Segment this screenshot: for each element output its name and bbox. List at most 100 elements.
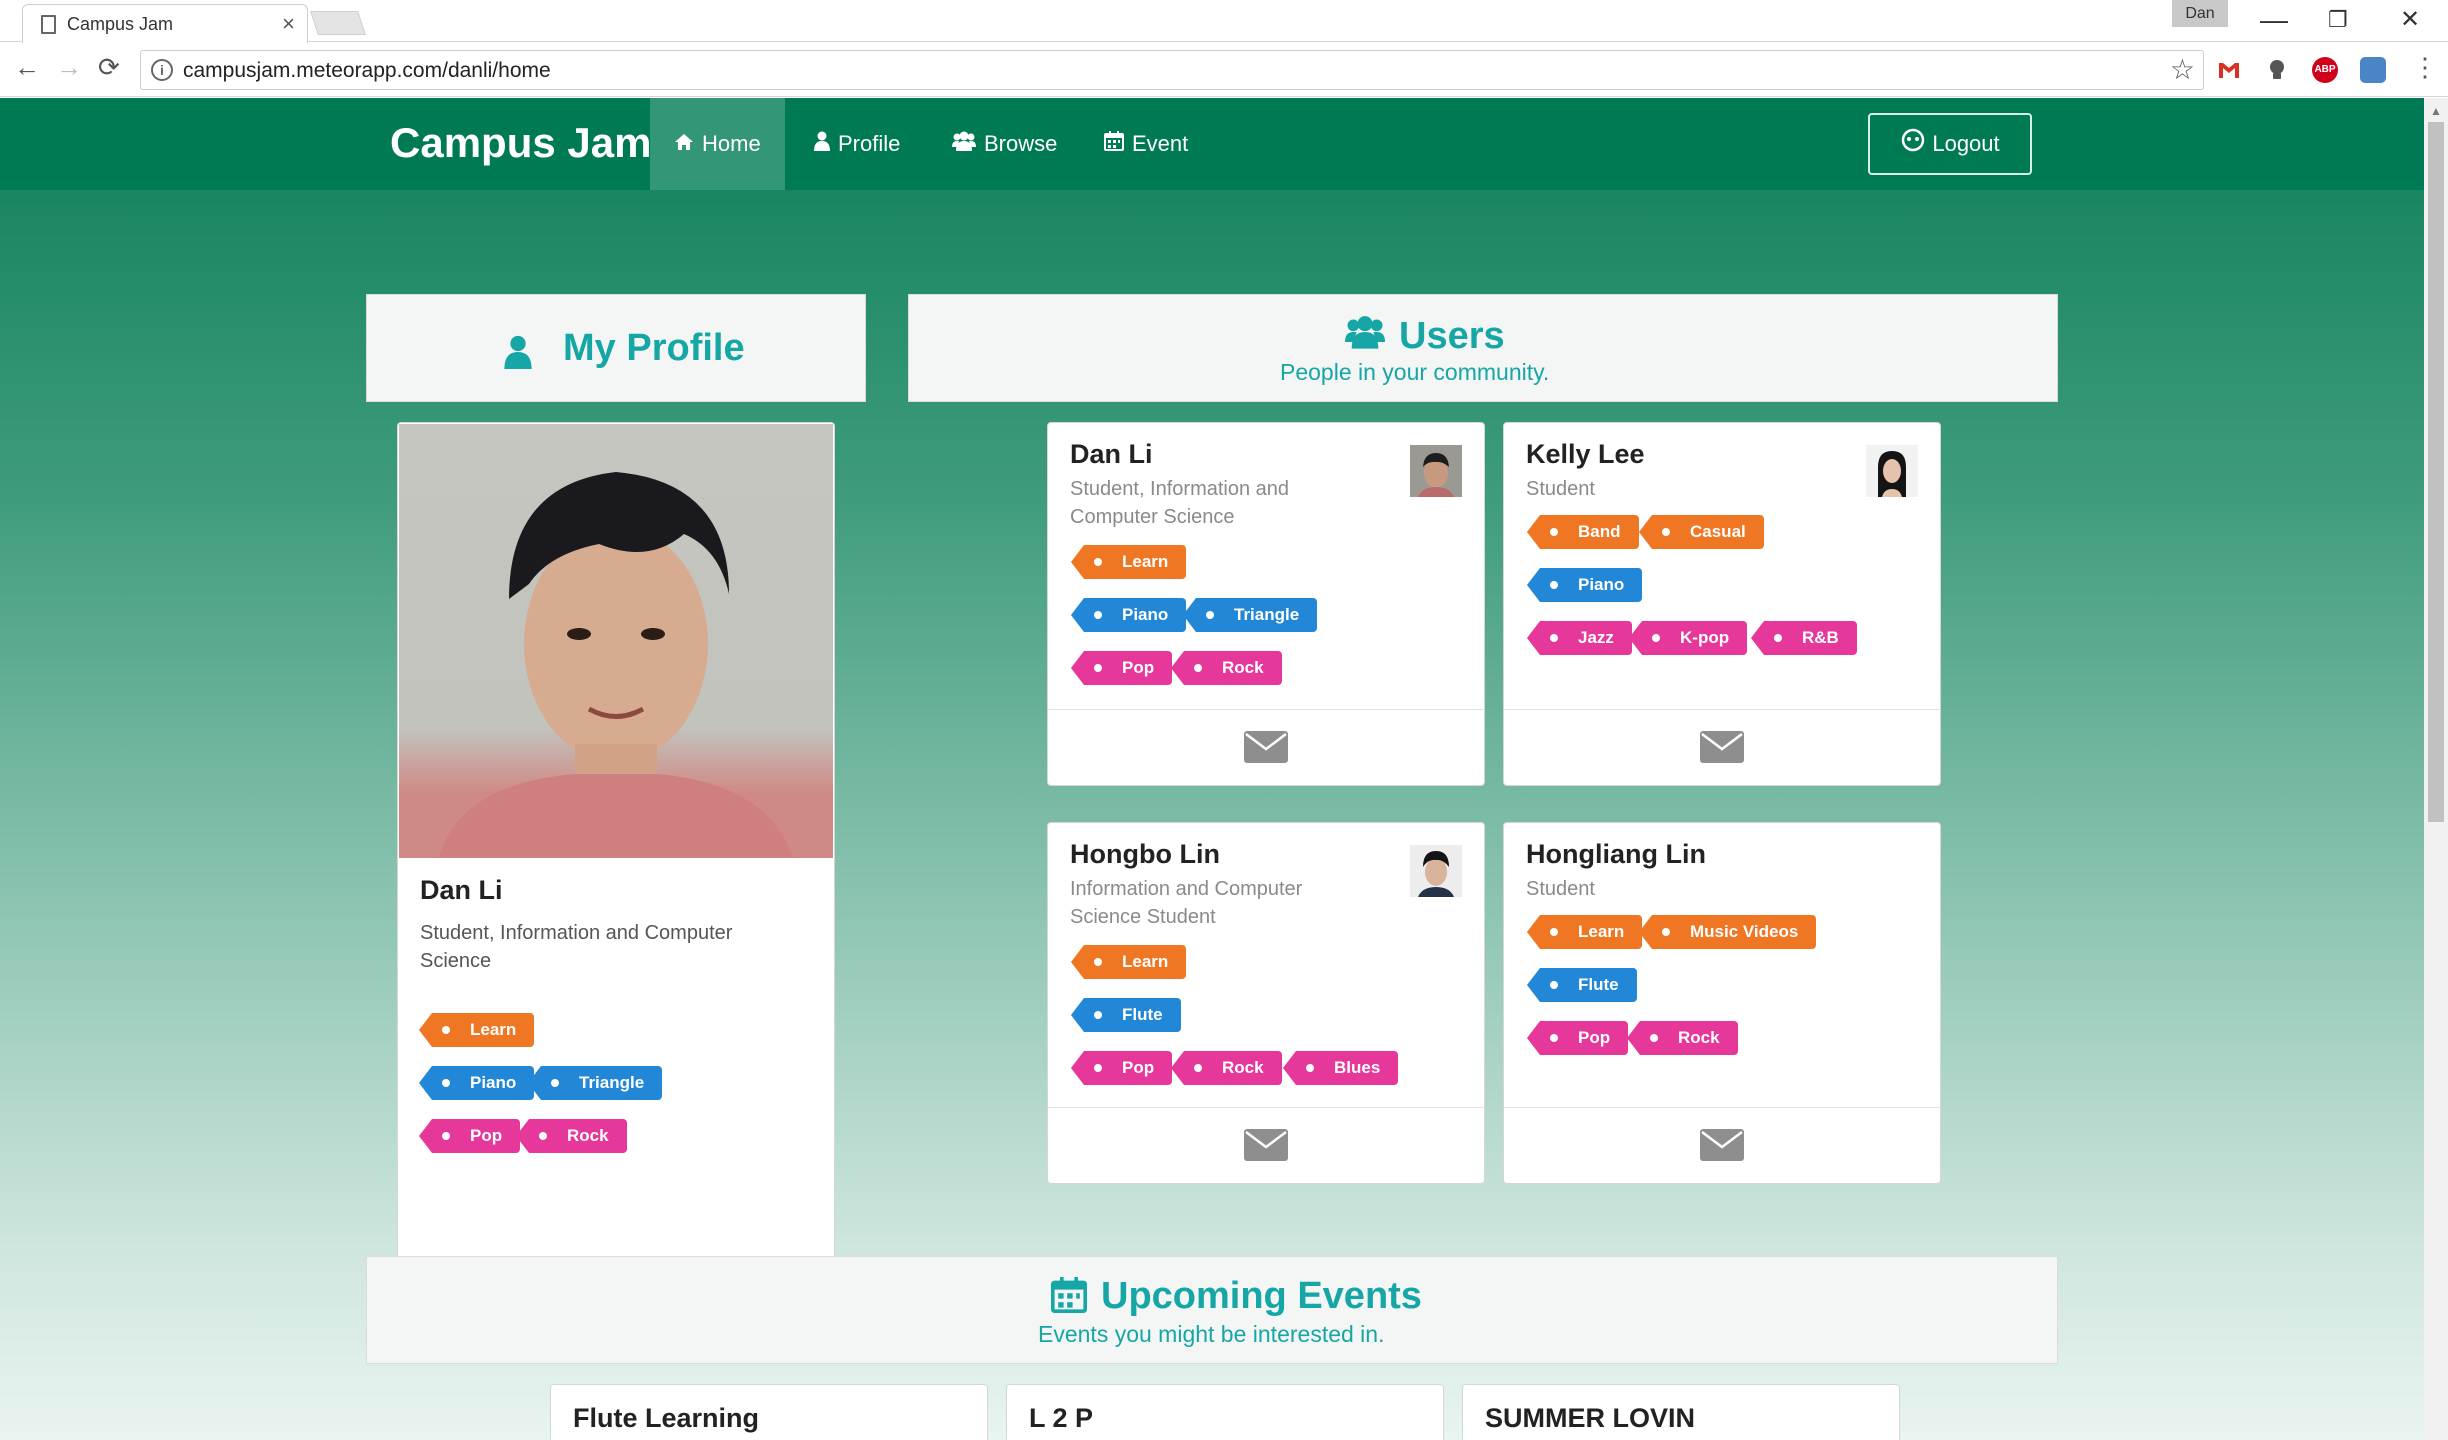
- tag-instrument[interactable]: Flute: [1071, 998, 1181, 1032]
- home-icon: [674, 99, 694, 191]
- profile-name: Dan Li: [420, 875, 503, 905]
- tag-genre[interactable]: Pop: [1526, 1021, 1629, 1055]
- mail-icon[interactable]: [1244, 1129, 1288, 1161]
- user-avatar: [1410, 845, 1462, 897]
- event-title[interactable]: Flute Learning: [573, 1403, 759, 1434]
- mail-icon[interactable]: [1700, 731, 1744, 763]
- tag-genre[interactable]: Rock: [1171, 1051, 1282, 1085]
- tag-instrument[interactable]: Piano: [1526, 568, 1643, 602]
- lightbulb-icon[interactable]: [2264, 57, 2290, 83]
- event-card[interactable]: L 2 P: [1006, 1384, 1444, 1440]
- tag-goal[interactable]: Music Videos: [1638, 915, 1817, 949]
- my-profile-card: Dan Li Student, Information and Computer…: [397, 422, 835, 1330]
- tag-genre[interactable]: Rock: [516, 1119, 627, 1153]
- browser-tab-bar: Campus Jam × Dan — ❐ ✕: [0, 0, 2448, 43]
- calendar-icon: [1104, 99, 1124, 191]
- tab-title: Campus Jam: [67, 14, 174, 34]
- tag-goal[interactable]: Learn: [1070, 945, 1187, 979]
- close-window-button[interactable]: ✕: [2400, 2, 2420, 38]
- user-name[interactable]: Kelly Lee: [1526, 439, 1645, 470]
- tag-genre[interactable]: Pop: [418, 1119, 521, 1153]
- url-text[interactable]: campusjam.meteorapp.com/danli/home: [183, 59, 551, 83]
- tag-genre[interactable]: Blues: [1282, 1051, 1399, 1085]
- tab-close-button[interactable]: ×: [282, 11, 295, 37]
- tag-goal[interactable]: Casual: [1639, 515, 1764, 549]
- user-name[interactable]: Hongliang Lin: [1526, 839, 1706, 870]
- tag-genre[interactable]: Jazz: [1527, 621, 1632, 655]
- mail-icon[interactable]: [1700, 1129, 1744, 1161]
- chrome-menu-button[interactable]: ⋮: [2412, 52, 2438, 83]
- scrollbar-thumb[interactable]: [2428, 122, 2444, 822]
- divider: [1048, 709, 1484, 710]
- gmail-icon[interactable]: [2216, 57, 2242, 83]
- logout-label: Logout: [1932, 131, 2000, 156]
- info-icon[interactable]: i: [151, 59, 173, 81]
- tag-goal[interactable]: Learn: [418, 1013, 535, 1047]
- tag-instrument[interactable]: Flute: [1527, 968, 1637, 1002]
- divider: [1504, 709, 1940, 710]
- user-subtitle: Student: [1526, 878, 1595, 900]
- profile-chip[interactable]: Dan: [2172, 0, 2228, 27]
- tag-goal[interactable]: Learn: [1070, 545, 1187, 579]
- tag-instrument[interactable]: Piano: [1070, 598, 1187, 632]
- divider: [1048, 1107, 1484, 1108]
- browser-tab[interactable]: Campus Jam ×: [22, 4, 308, 43]
- nav-event[interactable]: Event: [1080, 98, 1212, 190]
- logout-icon: [1900, 117, 1926, 175]
- events-subtitle: Events you might be interested in.: [1038, 1321, 1385, 1347]
- new-tab-button[interactable]: [310, 11, 366, 35]
- app-viewport: Campus Jam Home Profile Browse Event Log…: [0, 98, 2424, 1440]
- divider: [1504, 1107, 1940, 1108]
- nav-browse[interactable]: Browse: [928, 98, 1081, 190]
- restore-button[interactable]: ❐: [2328, 2, 2348, 38]
- event-title[interactable]: L 2 P: [1029, 1403, 1093, 1434]
- logout-button[interactable]: Logout: [1868, 113, 2032, 175]
- my-profile-title: My Profile: [563, 327, 745, 369]
- user-card[interactable]: Hongliang Lin Student Learn Music Videos…: [1503, 822, 1941, 1184]
- calendar-icon: [1051, 1277, 1087, 1318]
- event-title[interactable]: SUMMER LOVIN: [1485, 1403, 1695, 1434]
- nav-event-label: Event: [1132, 131, 1189, 156]
- tag-genre[interactable]: Rock: [1171, 651, 1282, 685]
- user-card[interactable]: Hongbo Lin Information and Computer Scie…: [1047, 822, 1485, 1184]
- nav-profile-label: Profile: [838, 131, 901, 156]
- event-card[interactable]: SUMMER LOVIN: [1462, 1384, 1900, 1440]
- translate-icon[interactable]: [2360, 57, 2386, 83]
- user-subtitle: Information and Computer Science Student: [1070, 878, 1303, 928]
- tag-genre[interactable]: R&B: [1751, 621, 1857, 655]
- user-card[interactable]: Kelly Lee Student Band Casual Piano Jazz…: [1503, 422, 1941, 786]
- reload-button[interactable]: ⟳: [98, 52, 120, 83]
- page-scrollbar[interactable]: ▲: [2424, 98, 2448, 1440]
- tag-genre[interactable]: K-pop: [1628, 621, 1748, 655]
- nav-browse-label: Browse: [984, 131, 1058, 156]
- minimize-button[interactable]: —: [2260, 2, 2288, 38]
- user-card[interactable]: Dan Li Student, Information and Computer…: [1047, 422, 1485, 786]
- tag-genre[interactable]: Pop: [1070, 651, 1173, 685]
- forward-button[interactable]: →: [56, 52, 82, 83]
- adblock-icon[interactable]: ABP: [2312, 57, 2338, 83]
- tag-genre[interactable]: Pop: [1070, 1051, 1173, 1085]
- user-icon: [814, 99, 830, 191]
- tag-genre[interactable]: Rock: [1627, 1021, 1738, 1055]
- user-name[interactable]: Hongbo Lin: [1070, 839, 1220, 870]
- tag-goal[interactable]: Learn: [1526, 915, 1643, 949]
- mail-icon[interactable]: [1244, 731, 1288, 763]
- tag-instrument[interactable]: Triangle: [527, 1066, 663, 1100]
- back-button[interactable]: ←: [14, 52, 40, 83]
- tag-instrument[interactable]: Piano: [418, 1066, 535, 1100]
- user-name[interactable]: Dan Li: [1070, 439, 1153, 470]
- events-title: Upcoming Events: [1101, 1275, 1422, 1317]
- nav-home[interactable]: Home: [650, 98, 785, 190]
- brand-title[interactable]: Campus Jam: [390, 119, 651, 167]
- tag-goal[interactable]: Band: [1527, 515, 1639, 549]
- nav-home-label: Home: [702, 131, 761, 156]
- event-card[interactable]: Flute Learning: [550, 1384, 988, 1440]
- address-bar-row: ← → ⟳ i campusjam.meteorapp.com/danli/ho…: [0, 43, 2448, 97]
- document-icon: [41, 15, 56, 34]
- user-subtitle: Student, Information and Computer Scienc…: [1070, 478, 1290, 528]
- bookmark-star-icon[interactable]: ☆: [2170, 53, 2195, 86]
- scroll-up-arrow-icon[interactable]: ▲: [2430, 104, 2442, 118]
- tag-instrument[interactable]: Triangle: [1182, 598, 1318, 632]
- url-field[interactable]: i campusjam.meteorapp.com/danli/home ☆: [140, 50, 2204, 90]
- nav-profile[interactable]: Profile: [790, 98, 924, 190]
